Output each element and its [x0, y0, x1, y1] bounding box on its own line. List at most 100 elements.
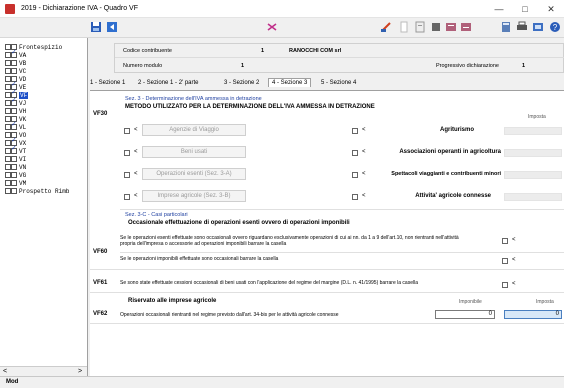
calc-icon[interactable] [500, 21, 512, 33]
imponibile-input[interactable]: 0 [435, 310, 495, 319]
lt-sign: < [134, 193, 138, 199]
checkbox[interactable] [11, 164, 17, 170]
riservato-heading: Riservato alle imprese agricole [128, 298, 217, 304]
checkbox[interactable] [11, 180, 17, 186]
imposta-input[interactable]: 0 [504, 310, 562, 319]
vf60-code: VF60 [93, 249, 108, 255]
imprese-agricole-checkbox[interactable] [124, 194, 130, 200]
sidebar-item-vh[interactable]: VH [5, 108, 26, 116]
lt-sign: < [362, 171, 366, 177]
stamp-icon[interactable] [380, 21, 392, 33]
ragione-sociale: RANOCCHI COM srl [289, 48, 342, 54]
vf60-esenti-checkbox[interactable] [502, 238, 508, 244]
title-bar: 2019 - Dichiarazione IVA - Quadro VF — □… [0, 0, 564, 18]
agriturismo-checkbox[interactable] [352, 128, 358, 134]
minimize-button[interactable]: — [486, 2, 512, 16]
sidebar-item-vt[interactable]: VT [5, 145, 26, 156]
close-button[interactable]: ✕ [538, 2, 564, 16]
tab-sezione-1[interactable]: 1 - Sezione 1 [90, 80, 125, 86]
divider [120, 252, 564, 253]
section-3-title: Sez. 3 - Determinazione dell'IVA ammessa… [125, 96, 262, 102]
attivita-connesse-value [504, 193, 562, 201]
progressivo-value: 1 [522, 63, 526, 69]
codice-value: 1 [261, 48, 265, 54]
tab-sezione-3[interactable]: 4 - Sezione 3 [268, 78, 312, 87]
sidebar-item-vm[interactable]: VM [5, 180, 26, 188]
status-text: Mod [6, 379, 19, 385]
taxpayer-header: Codice contribuente 1 RANOCCHI COM srl N… [114, 43, 564, 73]
help-icon[interactable]: ? [549, 21, 561, 33]
method-heading: METODO UTILIZZATO PER LA DETERMINAZIONE … [125, 104, 375, 110]
lt-sign: < [362, 193, 366, 199]
attivita-connesse-label: Attivita' agricole connesse [415, 193, 491, 199]
sidebar-item-prospetto-rimb[interactable]: Prospetto Rimb [5, 188, 69, 196]
checkbox[interactable] [11, 108, 17, 114]
sidebar-item-vn[interactable]: VN [5, 164, 26, 172]
checkbox[interactable] [11, 172, 17, 178]
tab-sezione-1-parte-2[interactable]: 2 - Sezione 1 - 2' parte [138, 80, 199, 86]
beni-usati-checkbox[interactable] [124, 150, 130, 156]
tab-sezione-2[interactable]: 3 - Sezione 2 [224, 80, 259, 86]
vf60-imponibili-checkbox[interactable] [502, 258, 508, 264]
lt-sign: < [512, 257, 516, 263]
section-3c-title: Sez. 3-C - Casi particolari [125, 212, 188, 218]
imprese-agricole-button[interactable]: Imprese agricole (Sez. 3-B) [142, 190, 246, 202]
attivita-connesse-checkbox[interactable] [352, 194, 358, 200]
sidebar-item-vg[interactable]: VG [5, 172, 26, 180]
operazioni-esenti-button[interactable]: Operazioni esenti (Sez. 3-A) [142, 168, 246, 180]
associazioni-checkbox[interactable] [352, 150, 358, 156]
grid-icon[interactable] [430, 21, 442, 33]
data2-icon[interactable] [460, 21, 472, 33]
checkbox[interactable] [11, 68, 17, 74]
spettacoli-checkbox[interactable] [352, 172, 358, 178]
tab-bar: 1 - Sezione 1 2 - Sezione 1 - 2' parte 3… [90, 78, 564, 90]
agriturismo-value [504, 127, 562, 135]
vf61-code: VF61 [93, 280, 108, 286]
horizontal-scrollbar[interactable]: < > [0, 366, 87, 376]
checkbox[interactable] [11, 156, 17, 162]
data-icon[interactable] [445, 21, 457, 33]
vf61-text: Se sono state effettuate cessioni occasi… [120, 280, 418, 286]
preview-icon[interactable] [532, 21, 544, 33]
window-title: 2019 - Dichiarazione IVA - Quadro VF [21, 5, 138, 12]
tab-sezione-4[interactable]: 5 - Sezione 4 [321, 80, 356, 86]
page-icon[interactable] [398, 21, 410, 33]
sidebar-item-vi[interactable]: VI [5, 156, 26, 164]
agenzie-viaggio-checkbox[interactable] [124, 128, 130, 134]
associazioni-value [504, 149, 562, 157]
numero-modulo-label: Numero modulo [123, 63, 163, 69]
close-form-icon[interactable] [266, 21, 278, 33]
lt-sign: < [134, 127, 138, 133]
doc-icon[interactable] [414, 21, 426, 33]
back-icon[interactable] [106, 21, 118, 33]
print-icon[interactable] [516, 21, 528, 33]
checkbox[interactable] [11, 145, 17, 154]
agenzie-viaggio-button[interactable]: Agenzie di Viaggio [142, 124, 246, 136]
sidebar-tree: Frontespizio VA VB VC VD VE VF VJ VH VK … [0, 38, 88, 376]
checkbox[interactable] [11, 49, 17, 58]
vf62-text: Operazioni occasionali rientranti nel re… [120, 312, 339, 318]
associazioni-label: Associazioni operanti in agricoltura [399, 149, 501, 155]
sidebar-item-vc[interactable]: VC [5, 68, 26, 76]
sidebar-item-va[interactable]: VA [5, 49, 26, 60]
spettacoli-value [504, 171, 562, 179]
sidebar-item-vl[interactable]: VL [5, 121, 26, 132]
vf30-code: VF30 [93, 111, 108, 117]
checkbox[interactable] [11, 188, 17, 194]
imposta-label: Imposta [528, 114, 546, 120]
lt-sign: < [134, 149, 138, 155]
sidebar-item-vj[interactable]: VJ [5, 97, 26, 108]
sidebar-item-vb[interactable]: VB [5, 60, 26, 68]
checkbox[interactable] [11, 60, 17, 66]
operazioni-esenti-checkbox[interactable] [124, 172, 130, 178]
maximize-button[interactable]: □ [512, 2, 538, 16]
checkbox[interactable] [11, 97, 17, 106]
divider [90, 323, 564, 324]
toolbar: ? [0, 18, 564, 38]
beni-usati-button[interactable]: Beni usati [142, 146, 246, 158]
status-bar: Mod [0, 376, 564, 388]
main-area: Codice contribuente 1 RANOCCHI COM srl N… [90, 38, 564, 376]
checkbox[interactable] [11, 121, 17, 130]
vf61-checkbox[interactable] [502, 282, 508, 288]
save-icon[interactable] [90, 21, 102, 33]
